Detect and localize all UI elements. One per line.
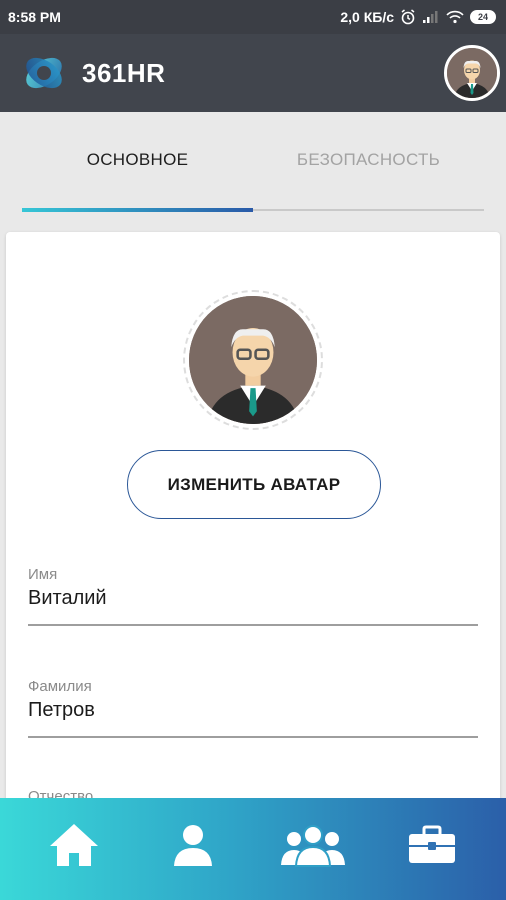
signal-icon bbox=[423, 11, 438, 23]
last-name-value[interactable]: Петров bbox=[28, 699, 478, 722]
bottom-nav bbox=[0, 798, 506, 900]
header-avatar[interactable] bbox=[444, 45, 500, 101]
status-time: 8:58 PM bbox=[8, 9, 61, 25]
home-icon bbox=[49, 824, 98, 866]
briefcase-icon bbox=[409, 825, 456, 863]
last-name-underline bbox=[28, 736, 478, 738]
nav-home[interactable] bbox=[34, 805, 114, 885]
user-avatar-icon bbox=[447, 48, 497, 98]
tab-active-indicator bbox=[22, 208, 253, 212]
nav-jobs[interactable] bbox=[392, 805, 472, 885]
profile-icon bbox=[174, 825, 213, 866]
last-name-label: Фамилия bbox=[28, 678, 92, 695]
first-name-field[interactable]: Имя Виталий bbox=[28, 566, 478, 626]
brand: 361HR bbox=[22, 51, 165, 95]
first-name-value[interactable]: Виталий bbox=[28, 587, 478, 610]
tab-main[interactable]: ОСНОВНОЕ bbox=[22, 112, 253, 212]
app-header: 361HR bbox=[0, 34, 506, 112]
nav-profile[interactable] bbox=[153, 805, 233, 885]
status-bar: 8:58 PM 2,0 КБ/с 24 bbox=[0, 0, 506, 34]
alarm-icon bbox=[401, 9, 415, 25]
network-speed: 2,0 КБ/с bbox=[340, 9, 394, 25]
battery-icon: 24 bbox=[470, 10, 496, 24]
last-name-field[interactable]: Фамилия Петров bbox=[28, 678, 478, 738]
profile-avatar-image bbox=[189, 296, 317, 424]
first-name-label: Имя bbox=[28, 566, 58, 583]
361hr-logo-icon bbox=[26, 57, 62, 89]
user-avatar-icon bbox=[189, 296, 317, 424]
status-indicators: 2,0 КБ/с 24 bbox=[340, 9, 496, 25]
wifi-icon bbox=[446, 10, 464, 24]
profile-tabs: ОСНОВНОЕ БЕЗОПАСНОСТЬ bbox=[22, 112, 484, 212]
profile-avatar bbox=[183, 290, 323, 430]
brand-name: 361HR bbox=[82, 57, 166, 88]
tab-security[interactable]: БЕЗОПАСНОСТЬ bbox=[253, 112, 484, 212]
change-avatar-button[interactable]: ИЗМЕНИТЬ АВАТАР bbox=[127, 450, 381, 519]
first-name-underline bbox=[28, 624, 478, 626]
nav-team[interactable] bbox=[273, 805, 353, 885]
team-icon bbox=[280, 825, 345, 867]
